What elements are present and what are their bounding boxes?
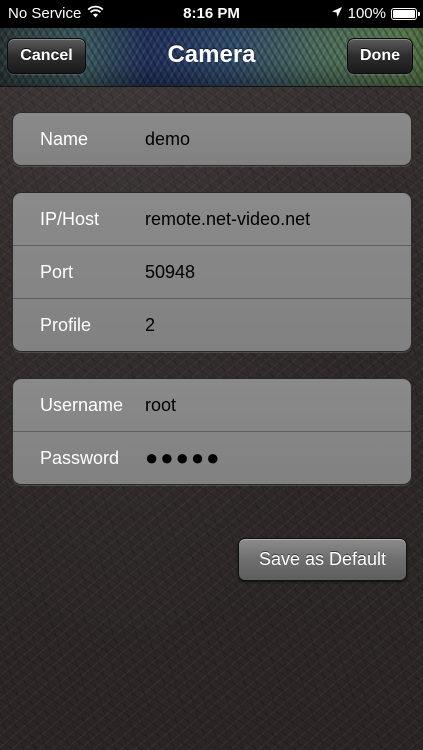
status-bar: No Service 8:16 PM 100% <box>0 0 423 28</box>
navigation-bar: Cancel Camera Done <box>0 28 423 87</box>
location-arrow-icon <box>331 5 343 22</box>
password-label: Password <box>40 447 120 468</box>
connection-group: IP/Host remote.net-video.net Port 50948 … <box>12 192 412 352</box>
port-row[interactable]: Port 50948 <box>13 245 411 298</box>
credentials-group: Username root Password ●●●●● <box>12 378 412 485</box>
name-field[interactable]: demo <box>145 129 190 150</box>
status-right: 100% <box>331 5 420 22</box>
username-label: Username <box>40 394 124 415</box>
battery-fill <box>393 9 415 18</box>
port-label: Port <box>40 261 74 282</box>
battery-icon <box>391 7 420 20</box>
username-row[interactable]: Username root <box>13 379 411 431</box>
password-field[interactable]: ●●●●● <box>145 445 221 471</box>
host-row[interactable]: IP/Host remote.net-video.net <box>13 193 411 245</box>
name-label: Name <box>40 128 89 149</box>
profile-label: Profile <box>40 314 92 335</box>
username-field[interactable]: root <box>145 395 176 416</box>
name-group: Name demo <box>12 112 412 166</box>
done-button[interactable]: Done <box>347 38 413 74</box>
name-row[interactable]: Name demo <box>13 113 411 165</box>
save-as-default-button[interactable]: Save as Default <box>238 538 407 581</box>
host-field[interactable]: remote.net-video.net <box>145 209 310 230</box>
profile-field[interactable]: 2 <box>145 315 155 336</box>
profile-row[interactable]: Profile 2 <box>13 298 411 351</box>
battery-percent: 100% <box>347 5 386 22</box>
host-label: IP/Host <box>40 208 100 229</box>
port-field[interactable]: 50948 <box>145 262 195 283</box>
password-row[interactable]: Password ●●●●● <box>13 431 411 484</box>
